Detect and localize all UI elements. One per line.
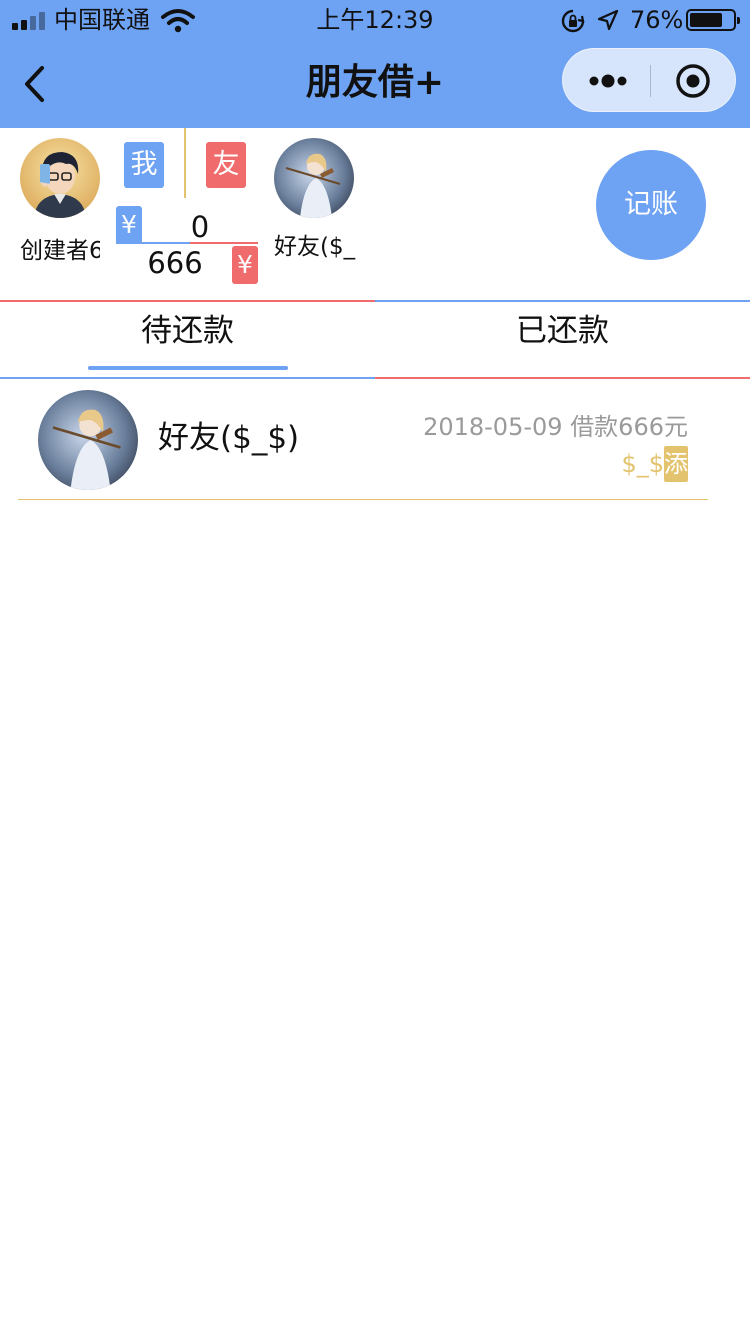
more-icon[interactable] — [563, 49, 650, 113]
location-icon — [597, 9, 619, 31]
tab-bar: 待还款 已还款 — [0, 300, 750, 380]
add-note-button[interactable]: 添 — [664, 446, 688, 482]
list-item-description: 借款666元 — [570, 413, 688, 441]
close-mini-program-icon[interactable] — [651, 49, 737, 113]
battery-fill — [690, 13, 722, 27]
active-tab-indicator — [88, 366, 288, 370]
battery-percent: 76% — [630, 6, 684, 34]
status-bar: 中国联通 上午12:39 76% — [0, 0, 750, 40]
my-currency-badge: ¥ — [116, 206, 142, 244]
rotation-lock-icon — [561, 9, 585, 33]
screen: 中国联通 上午12:39 76% 朋友借+ 创建者6 我 友 ¥ 0 666 ¥… — [0, 0, 750, 1334]
record-button[interactable]: 记账 — [596, 150, 706, 260]
list-item-note: $_$添 — [621, 446, 688, 482]
tab-repaid[interactable]: 已还款 — [375, 300, 750, 377]
friend-currency-badge: ¥ — [232, 246, 258, 284]
friend-avatar[interactable] — [274, 138, 354, 218]
amount-divider-blue — [116, 242, 190, 244]
my-avatar[interactable] — [20, 138, 100, 218]
friend-tag: 友 — [206, 142, 246, 188]
friend-amount: 666 — [147, 246, 203, 280]
me-tag: 我 — [124, 142, 164, 188]
battery-icon — [686, 9, 740, 31]
my-name: 创建者6 — [20, 238, 100, 264]
list-item-date: 2018-05-09 — [423, 413, 563, 441]
list-item[interactable]: 好友($_$) 2018-05-09 借款666元 $_$添 — [18, 380, 708, 500]
list-item-note-text: $_$ — [621, 450, 664, 478]
balance-summary: 创建者6 我 友 ¥ 0 666 ¥ 好友($_ 记账 — [0, 128, 750, 300]
friend-name: 好友($_$) — [274, 234, 356, 260]
list-item-meta: 2018-05-09 借款666元 — [423, 412, 688, 442]
mini-program-capsule — [562, 48, 736, 112]
list-item-avatar — [38, 390, 138, 490]
nav-bar: 中国联通 上午12:39 76% 朋友借+ — [0, 0, 750, 128]
amount-divider-red — [190, 242, 258, 244]
my-amount: 0 — [190, 210, 210, 244]
tag-divider — [184, 128, 186, 198]
list-item-name: 好友($_$) — [158, 420, 300, 456]
